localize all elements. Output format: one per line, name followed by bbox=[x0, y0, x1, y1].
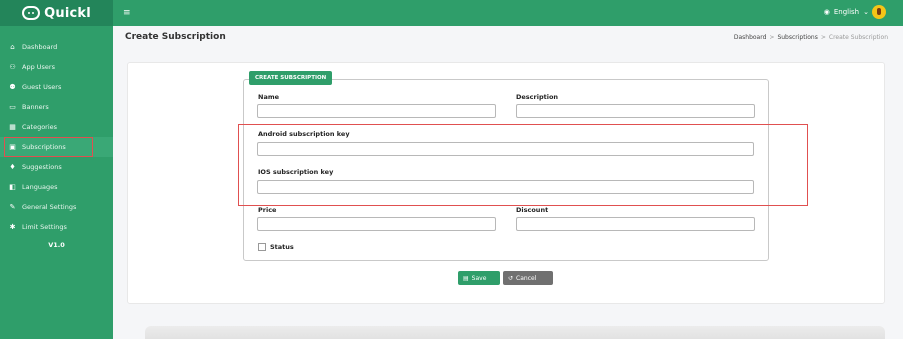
save-icon: ▤ bbox=[463, 274, 469, 282]
sidebar-item-limit-settings[interactable]: ✱ Limit Settings bbox=[0, 217, 113, 237]
topbar: ≡ ◉ English ⌄ bbox=[113, 0, 903, 26]
users-icon: ⚇ bbox=[9, 62, 16, 71]
footer-panel bbox=[145, 326, 885, 339]
sidebar-item-label: General Settings bbox=[22, 203, 77, 211]
globe-icon: ◉ bbox=[823, 8, 830, 16]
chevron-down-icon: ⌄ bbox=[863, 8, 869, 16]
brand[interactable]: Quickl bbox=[0, 0, 113, 26]
name-field[interactable] bbox=[257, 104, 496, 118]
card-icon: ▣ bbox=[9, 142, 16, 151]
breadcrumb-item-dashboard[interactable]: Dashboard bbox=[734, 34, 767, 41]
language-selector[interactable]: ◉ English ⌄ bbox=[824, 8, 869, 16]
discount-field[interactable] bbox=[516, 217, 755, 231]
translate-icon: ◧ bbox=[9, 182, 16, 191]
status-checkbox[interactable] bbox=[258, 243, 266, 251]
hamburger-icon[interactable]: ≡ bbox=[123, 8, 131, 18]
grid-icon: ▦ bbox=[9, 122, 16, 131]
android-key-label: Android subscription key bbox=[258, 130, 350, 138]
sidebar-item-general-settings[interactable]: ✎ General Settings bbox=[0, 197, 113, 217]
sidebar-item-label: Limit Settings bbox=[22, 223, 67, 231]
description-field[interactable] bbox=[516, 104, 755, 118]
banner-icon: ▭ bbox=[9, 102, 16, 111]
sidebar-item-dashboard[interactable]: ⌂ Dashboard bbox=[0, 37, 113, 57]
sidebar-item-label: App Users bbox=[22, 63, 55, 71]
undo-icon: ↺ bbox=[508, 274, 514, 282]
ios-key-label: IOS subscription key bbox=[258, 168, 334, 176]
discount-label: Discount bbox=[516, 206, 549, 214]
sidebar-item-label: Languages bbox=[22, 183, 58, 191]
app-version: V1.0 bbox=[48, 241, 65, 249]
save-label: Save bbox=[471, 274, 487, 282]
wrench-icon: ✎ bbox=[9, 202, 16, 211]
form-legend: CREATE SUBSCRIPTION bbox=[249, 71, 333, 85]
sidebar-item-categories[interactable]: ▦ Categories bbox=[0, 117, 113, 137]
sidebar-item-label: Subscriptions bbox=[22, 143, 66, 151]
cancel-button[interactable]: ↺ Cancel bbox=[503, 271, 553, 285]
price-label: Price bbox=[258, 206, 277, 214]
page-title: Create Subscription bbox=[125, 32, 226, 42]
ios-key-field[interactable] bbox=[257, 180, 754, 194]
breadcrumb-separator-icon: > bbox=[769, 34, 775, 41]
status-label: Status bbox=[270, 243, 294, 251]
sidebar-item-suggestions[interactable]: ♦ Suggestions bbox=[0, 157, 113, 177]
sidebar-item-guest-users[interactable]: ⚉ Guest Users bbox=[0, 77, 113, 97]
sidebar-item-languages[interactable]: ◧ Languages bbox=[0, 177, 113, 197]
gear-icon: ✱ bbox=[9, 222, 16, 231]
android-key-field[interactable] bbox=[257, 142, 754, 156]
guest-users-icon: ⚉ bbox=[9, 82, 16, 91]
avatar[interactable] bbox=[872, 5, 886, 19]
robot-logo-icon bbox=[22, 6, 41, 20]
sidebar-item-app-users[interactable]: ⚇ App Users bbox=[0, 57, 113, 77]
sidebar-item-label: Categories bbox=[22, 123, 58, 131]
description-label: Description bbox=[516, 93, 559, 101]
sidebar-item-label: Dashboard bbox=[22, 43, 58, 51]
sidebar-item-label: Banners bbox=[22, 103, 49, 111]
save-button[interactable]: ▤ Save bbox=[458, 271, 500, 285]
breadcrumb-separator-icon: > bbox=[820, 34, 826, 41]
breadcrumb-item-current: Create Subscription bbox=[828, 34, 888, 41]
name-label: Name bbox=[258, 93, 280, 101]
bulb-icon: ♦ bbox=[9, 162, 16, 171]
sidebar-item-label: Guest Users bbox=[22, 83, 62, 91]
cancel-label: Cancel bbox=[516, 274, 537, 282]
sidebar-item-label: Suggestions bbox=[22, 163, 62, 171]
breadcrumb-item-subscriptions[interactable]: Subscriptions bbox=[777, 34, 817, 41]
breadcrumb: Dashboard > Subscriptions > Create Subscript… bbox=[734, 34, 888, 41]
brand-name: Quickl bbox=[44, 5, 91, 21]
sidebar-item-banners[interactable]: ▭ Banners bbox=[0, 97, 113, 117]
language-label: English bbox=[833, 8, 860, 16]
sidebar-nav: ⌂ Dashboard ⚇ App Users ⚉ Guest Users ▭ Bann… bbox=[0, 26, 113, 237]
home-icon: ⌂ bbox=[10, 42, 15, 51]
sidebar-item-subscriptions[interactable]: ▣ Subscriptions bbox=[0, 137, 113, 157]
price-field[interactable] bbox=[257, 217, 496, 231]
sidebar: Quickl ⌂ Dashboard ⚇ App Users ⚉ Guest User… bbox=[0, 0, 113, 339]
